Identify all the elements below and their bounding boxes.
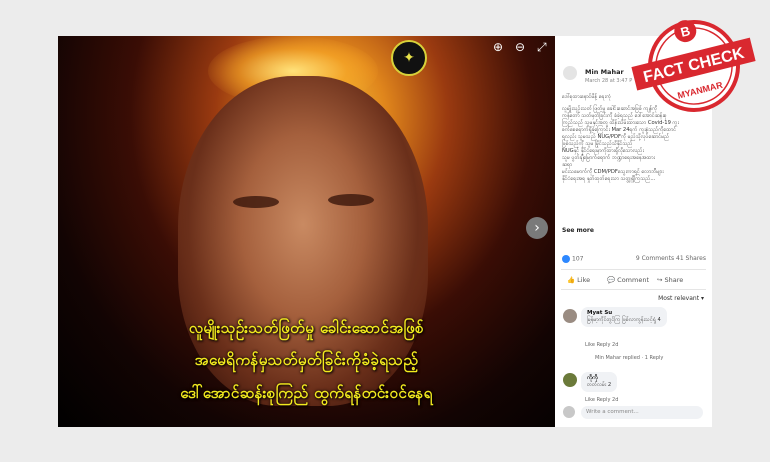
comment-text: တတ်လမ်း (587, 382, 607, 388)
zoom-in-icon[interactable]: ⊕ (493, 40, 503, 54)
comment-time: 2d (612, 342, 619, 348)
post-line: ရလည်း သူမသည် NUG/PDFကို မည်သို့လုပ်ဆောင်… (562, 134, 670, 140)
like-button[interactable]: 👍 Like (567, 276, 590, 284)
post-line: NUGနှင့် နိုင်ငံရေးမှာကိုထားရှိလိုသောလည်… (562, 148, 644, 154)
caption-line-3: ဒေါ်အောင်ဆန်းစုကြည် ထွက်ရန်တင်းဝင်နေရ (180, 384, 433, 402)
like-reaction-icon (562, 255, 570, 263)
expand-icon[interactable]: ⤢ (537, 40, 547, 55)
author-avatar[interactable] (563, 66, 577, 80)
post-line: ဖြစ်သည်ကို သူမ မြိုင်သည်သိနိုင်သည် (562, 141, 633, 147)
see-more-link[interactable]: See more (562, 227, 594, 234)
eye (328, 194, 374, 206)
comment-author[interactable]: ကိုကို (587, 375, 598, 381)
post-line: ဆရာ (562, 162, 573, 168)
comment-like-link[interactable]: Like (585, 397, 595, 403)
comment-like-link[interactable]: Like (585, 342, 595, 348)
caption-line-1: လူမျိုးသုဉ်းသတ်ဖြတ်မှု ခေါင်းဆောင်အဖြစ် (188, 319, 425, 337)
comment-bubble: Myat Su မြန်မာ့ကိုင်တွင်ကြ ဖြစ်လာကွန်းသင… (581, 307, 667, 327)
comment-text: မြန်မာ့ကိုင်တွင်ကြ ဖြစ်လာကွန်းသင့်ရှုံ (587, 317, 656, 323)
comment-bubble: ကိုကို တတ်လမ်း 2 (581, 372, 618, 392)
my-avatar (563, 406, 575, 418)
comment-author[interactable]: Myat Su (587, 310, 612, 316)
like-label: Like (577, 276, 591, 284)
comment-button[interactable]: 💬 Comment (607, 276, 649, 284)
share-button[interactable]: ↪ Share (657, 276, 683, 284)
comment-time: 2d (612, 397, 619, 403)
eye (233, 196, 279, 208)
post-photo[interactable]: ✦ ⊕ ⊖ ⤢ လူမျိုးသုဉ်းသတ်ဖြတ်မှု ခေါင်းဆော… (58, 36, 555, 427)
divider (561, 289, 706, 290)
comment-reactions[interactable]: 2 (608, 382, 611, 388)
replies-link[interactable]: Min Mahar replied · 1 Reply (595, 355, 663, 361)
shares-count[interactable]: 41 Shares (676, 255, 706, 262)
page-logo-icon: ✦ (391, 40, 427, 76)
post-line: မင်းသမောက်ကို CDM/PDFသွေးကာရင် လောဘီများ (562, 169, 664, 175)
comment-meta: Like Reply 2d (585, 342, 618, 348)
comment-meta: Like Reply 2d (585, 397, 618, 403)
author-name[interactable]: Min Mahar (585, 68, 624, 76)
fact-check-badge: B FACT CHECK MYANMAR (631, 20, 756, 112)
chevron-right-icon[interactable]: › (526, 217, 548, 239)
reaction-count[interactable]: 107 (562, 255, 583, 263)
comments-count[interactable]: 9 Comments (636, 255, 674, 262)
comment-label: Comment (617, 276, 650, 284)
post-line: နိုင်ငံရေးအရ နှုတ်ထုတ်ရေးသာ သတ္တုရှိကြသည… (562, 176, 656, 182)
reaction-number: 107 (572, 255, 584, 263)
post-viewer: ✦ ⊕ ⊖ ⤢ လူမျိုးသုဉ်းသတ်ဖြတ်မှု ခေါင်းဆော… (58, 36, 712, 427)
engagement-counts: 9 Comments 41 Shares (636, 255, 706, 262)
commenter-avatar[interactable] (563, 373, 577, 387)
sort-dropdown[interactable]: Most relevant ▾ (658, 295, 704, 302)
post-line: စက်စေရောက်ရှိခဲ့ကြောင်း Mar 24ရက် ကူးနံ့… (562, 127, 677, 133)
zoom-out-icon[interactable]: ⊖ (515, 40, 525, 54)
comment-input[interactable]: Write a comment... (581, 406, 703, 419)
post-line: သူမ ပွတ်ချီမြောက်ရောက် ဘဏ္ဍာရေးအနေအထား (562, 155, 655, 161)
sort-label: Most relevant (658, 295, 700, 302)
caption-line-2: အမေရိကန်မှသတ်မှတ်ခြင်းကိုခံခဲ့ရသည့် (194, 351, 419, 369)
comment-reactions[interactable]: 4 (657, 317, 660, 323)
post-date[interactable]: March 28 at 3:47 P (585, 78, 632, 84)
share-label: Share (664, 276, 684, 284)
comment-reply-link[interactable]: Reply (597, 397, 611, 403)
post-line: ကြည်သည် သူမနှင့်အတူ ထိန်းသိမ်းထားသော Cov… (562, 120, 679, 126)
comment-reply-link[interactable]: Reply (597, 342, 611, 348)
reply-count: 1 Reply (644, 355, 664, 361)
commenter-avatar[interactable] (563, 309, 577, 323)
replied-by: Min Mahar replied (595, 355, 640, 361)
divider (561, 269, 706, 270)
